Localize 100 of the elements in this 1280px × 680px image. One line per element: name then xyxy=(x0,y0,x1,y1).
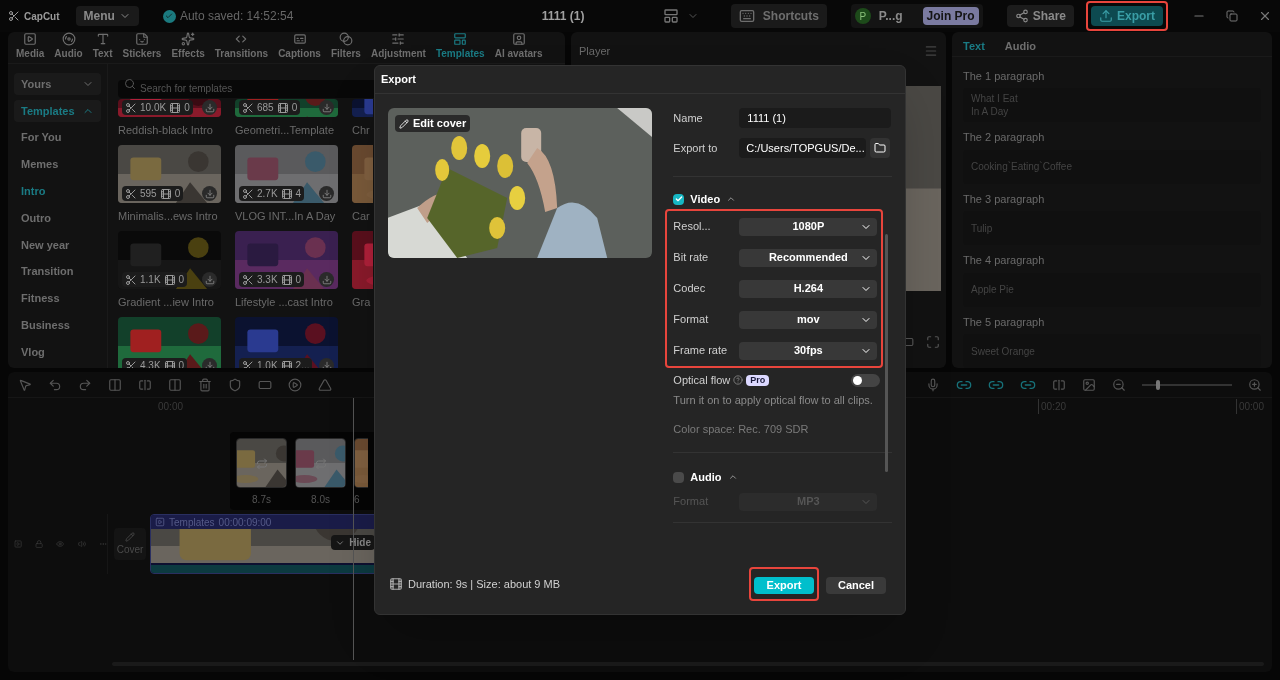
close-icon[interactable] xyxy=(1258,9,1272,23)
clip-label: Templates xyxy=(169,515,215,530)
category-item[interactable]: Transition xyxy=(14,260,101,283)
setting-label: Bit rate xyxy=(673,250,710,266)
fullscreen-icon[interactable] xyxy=(926,335,940,349)
mirror-icon[interactable] xyxy=(318,377,332,392)
template-title: Chr xyxy=(352,123,370,136)
layout-icon[interactable] xyxy=(662,8,679,24)
split-left-icon[interactable] xyxy=(138,377,152,392)
category-item[interactable]: Yours xyxy=(14,73,101,95)
captions-icon xyxy=(292,32,307,46)
category-item[interactable]: Business xyxy=(14,314,101,337)
zoom-out-icon[interactable] xyxy=(1112,377,1126,392)
option-label: Optical flow xyxy=(673,372,731,388)
media-tab[interactable]: Effects xyxy=(167,32,209,63)
use-count: 2.7K xyxy=(257,187,278,201)
panel-tab[interactable]: Text xyxy=(963,37,985,54)
zoom-handle[interactable] xyxy=(1155,379,1160,390)
media-tab[interactable]: Media xyxy=(12,32,49,63)
checkbox[interactable] xyxy=(673,193,685,205)
export-button[interactable]: Export xyxy=(754,576,814,594)
paragraph-label: The 2 paragraph xyxy=(963,130,1046,145)
delete-icon[interactable] xyxy=(198,377,212,392)
cancel-button[interactable]: Cancel xyxy=(826,576,886,594)
split-icon[interactable] xyxy=(1052,377,1066,392)
path-field[interactable]: C:/Users/TOPGUS/De... xyxy=(739,138,867,158)
paragraph-label: The 3 paragraph xyxy=(963,191,1046,207)
media-tab[interactable]: Templates xyxy=(431,32,489,63)
setting-dropdown[interactable]: mov xyxy=(739,310,878,329)
scrollbar[interactable] xyxy=(885,234,889,472)
folder-button[interactable] xyxy=(870,138,891,158)
shortcuts-button[interactable]: Shortcuts xyxy=(730,4,827,28)
name-field[interactable]: 1111 (1) xyxy=(739,108,892,128)
checkbox[interactable] xyxy=(673,471,685,483)
redo-icon[interactable] xyxy=(78,377,92,392)
share-button[interactable]: Share xyxy=(1006,5,1074,27)
menu-button[interactable]: Menu xyxy=(75,6,139,26)
edit-cover-button[interactable]: Edit cover xyxy=(395,115,471,132)
project-title: 1111 (1) xyxy=(541,8,585,25)
media-tab[interactable]: Transitions xyxy=(210,32,273,63)
template-title: Gradient ...iew Intro xyxy=(118,295,214,308)
clip-count: 0 xyxy=(178,273,185,287)
sparkle-icon xyxy=(181,32,196,46)
hint-text: Turn it on to apply optical flow to all clips. xyxy=(673,393,874,408)
setting-dropdown[interactable]: Recommended xyxy=(739,248,878,267)
help-icon[interactable] xyxy=(733,375,744,385)
media-tab[interactable]: Audio xyxy=(50,32,87,63)
export-button[interactable]: Export xyxy=(1091,6,1163,26)
scissors-icon xyxy=(125,273,137,286)
upload-icon xyxy=(1099,9,1113,23)
menu-icon[interactable] xyxy=(924,44,938,58)
shield-icon[interactable] xyxy=(228,377,242,392)
template-title: Car xyxy=(352,209,370,222)
template-title: Minimalis...ews Intro xyxy=(118,209,218,222)
category-item[interactable]: Templates xyxy=(14,99,101,122)
category-item[interactable]: For You xyxy=(14,126,101,149)
undo-icon[interactable] xyxy=(48,377,62,392)
template-icon xyxy=(453,32,468,46)
category-item[interactable]: Fitness xyxy=(14,287,101,310)
app-logo: CapCut xyxy=(24,9,60,24)
category-item[interactable]: Intro xyxy=(14,180,101,203)
setting-dropdown[interactable]: 1080P xyxy=(739,217,878,236)
media-tab[interactable]: Stickers xyxy=(118,32,166,63)
mic-icon[interactable] xyxy=(926,377,940,392)
film-icon xyxy=(276,101,289,114)
replace-icon xyxy=(256,458,268,470)
category-item[interactable]: New year xyxy=(14,233,101,256)
collapse-icon[interactable] xyxy=(726,194,737,204)
media-tab[interactable]: Text xyxy=(88,32,117,63)
field-label: Name xyxy=(673,110,704,126)
join-pro-button[interactable]: Join Pro xyxy=(922,7,979,25)
pointer-icon[interactable] xyxy=(18,377,32,392)
category-item[interactable]: Outro xyxy=(14,207,101,229)
category-item[interactable]: Vlog xyxy=(14,340,101,363)
paragraph-label: The 5 paragraph xyxy=(963,314,1046,330)
chevrons-icon xyxy=(234,32,249,46)
track-icon[interactable] xyxy=(14,538,23,550)
media-tab[interactable]: Adjustment xyxy=(366,32,430,63)
media-tab[interactable]: Captions xyxy=(274,32,325,63)
category-item[interactable]: Memes xyxy=(14,153,101,176)
setting-dropdown[interactable]: 30fps xyxy=(739,341,878,360)
play-icon[interactable] xyxy=(288,377,302,392)
user-avatar[interactable]: P xyxy=(854,8,871,24)
collapse-icon[interactable] xyxy=(727,472,738,482)
zoom-in-icon[interactable] xyxy=(1248,377,1262,392)
restore-icon[interactable] xyxy=(1226,10,1238,22)
image-icon[interactable] xyxy=(1082,377,1096,392)
media-tab[interactable]: AI avatars xyxy=(490,32,547,63)
setting-dropdown[interactable]: H.264 xyxy=(739,279,878,298)
lock-icon[interactable] xyxy=(35,538,44,550)
play-icon xyxy=(23,32,38,46)
panel-tab[interactable]: Audio xyxy=(1004,37,1036,54)
use-count: 595 xyxy=(140,187,157,201)
toggle-switch[interactable] xyxy=(851,373,880,387)
split-right-icon[interactable] xyxy=(168,377,182,392)
scissors-icon xyxy=(125,359,137,368)
use-count: 3.3K xyxy=(257,273,278,287)
share-icon xyxy=(1014,9,1029,23)
media-tab[interactable]: Filters xyxy=(326,32,365,63)
split-icon[interactable] xyxy=(108,377,122,392)
